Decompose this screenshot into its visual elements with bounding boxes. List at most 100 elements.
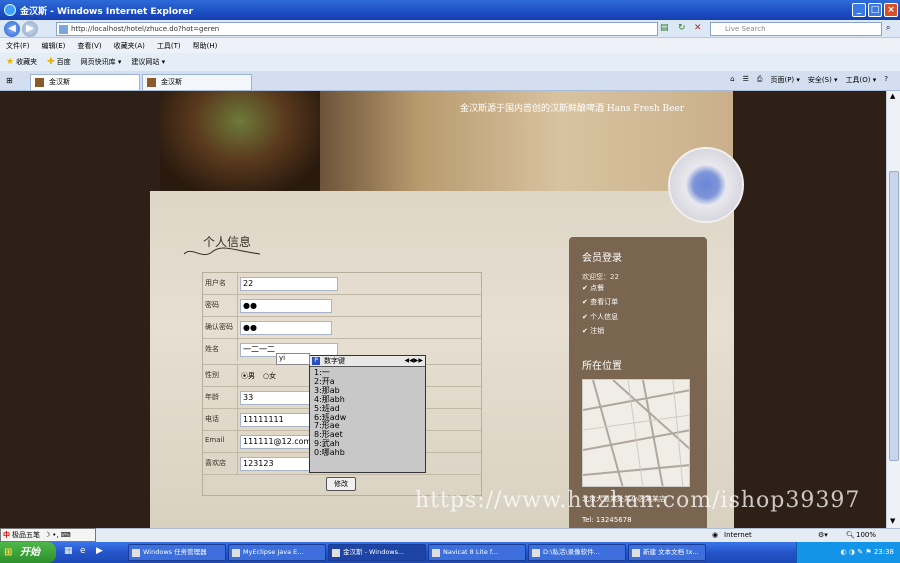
ime-popup-header: P 数字键 ◀◀▶▶ bbox=[310, 356, 425, 367]
task-task-manager[interactable]: Windows 任务管理器 bbox=[128, 544, 226, 561]
scroll-down-icon[interactable]: ▼ bbox=[890, 517, 895, 525]
gender-female-radio[interactable]: ○女 bbox=[263, 371, 276, 381]
submit-button[interactable]: 修改 bbox=[326, 477, 356, 491]
window-titlebar: 金汉斯 - Windows Internet Explorer _ □ × bbox=[0, 0, 900, 20]
compat-icon[interactable]: ▤ bbox=[660, 23, 669, 33]
tab-favicon bbox=[35, 78, 44, 87]
back-button[interactable]: ◀ bbox=[4, 21, 20, 37]
star-icon: ★ bbox=[6, 57, 15, 67]
email-input[interactable]: 111111@12.com bbox=[240, 435, 311, 449]
protected-mode-icon[interactable]: ⚙▾ bbox=[818, 531, 828, 539]
ime-logo-icon: P bbox=[312, 357, 320, 365]
task-label: Navicat 8 Lite f... bbox=[443, 548, 498, 556]
sidebar-link-order[interactable]: ✔ 点餐 bbox=[582, 283, 604, 293]
banner-food-image bbox=[160, 91, 320, 191]
tab-jinhansi-1[interactable]: 金汉斯 bbox=[30, 74, 140, 90]
taskbar: ⊞ 开始 ▦ e ▶ Windows 任务管理器 MyEclipse Java … bbox=[0, 542, 900, 563]
fav-webslice[interactable]: 网页快讯库 ▾ bbox=[81, 57, 122, 67]
forward-button[interactable]: ▶ bbox=[22, 21, 38, 37]
print-icon[interactable]: ⎙ bbox=[757, 75, 763, 85]
ime-name[interactable]: 极品五笔 bbox=[12, 530, 40, 540]
sidebar-link-label: 注销 bbox=[590, 327, 605, 335]
quick-tabs-icon[interactable]: ⊞ bbox=[6, 76, 13, 85]
ime-moon-icon[interactable]: ☽ bbox=[44, 531, 50, 539]
menu-edit[interactable]: 编辑(E) bbox=[42, 41, 66, 51]
tray-icons[interactable]: ◐ ◑ ✎ ⚑ bbox=[841, 548, 874, 556]
star-add-icon: ✚ bbox=[47, 57, 55, 67]
feeds-icon[interactable]: ☰ bbox=[743, 75, 749, 85]
menu-view[interactable]: 查看(V) bbox=[77, 41, 101, 51]
ime-toolbar: 中 极品五笔 ☽ •, ⌨ bbox=[0, 528, 96, 542]
store-phone: Tel: 13245678 bbox=[582, 516, 632, 524]
scroll-up-icon[interactable]: ▲ bbox=[890, 92, 895, 100]
task-folder[interactable]: D:\私活\录像软件... bbox=[528, 544, 626, 561]
close-button[interactable]: × bbox=[884, 3, 898, 17]
favorite-store-select[interactable]: 123123▾ bbox=[240, 457, 314, 471]
menu-favorites[interactable]: 收藏夹(A) bbox=[114, 41, 145, 51]
scroll-thumb[interactable] bbox=[889, 171, 899, 461]
task-navicat[interactable]: Navicat 8 Lite f... bbox=[428, 544, 526, 561]
form-row-username: 用户名 22 bbox=[203, 273, 481, 295]
maximize-button[interactable]: □ bbox=[868, 3, 882, 17]
username-input[interactable]: 22 bbox=[240, 277, 338, 291]
gender-label: 性别 bbox=[205, 371, 219, 379]
favorites-label: 收藏夹 bbox=[16, 58, 38, 66]
age-input[interactable]: 33 bbox=[240, 391, 310, 405]
ime-candidate[interactable]: 0:哪ahb bbox=[314, 448, 346, 458]
menu-file[interactable]: 文件(F) bbox=[6, 41, 30, 51]
zoom-icon[interactable]: 🔍︎ bbox=[846, 531, 855, 539]
favorites-bar: ★ 收藏夹 ✚ 百度 网页快讯库 ▾ 建议网站 ▾ bbox=[0, 53, 900, 71]
cmd-tools[interactable]: 工具(O) ▾ bbox=[846, 75, 877, 85]
favorites-button[interactable]: ★ 收藏夹 bbox=[6, 57, 37, 67]
search-input[interactable]: Live Search bbox=[710, 22, 882, 36]
banner-slogan: 金汉斯源于国内首创的汉斯鲜酿啤酒 Hans Fresh Beer bbox=[460, 104, 685, 114]
gender-male-radio[interactable]: ⦿男 bbox=[241, 371, 255, 381]
fav-baidu-label: 百度 bbox=[56, 58, 71, 66]
ime-composition-box: yi bbox=[276, 353, 310, 365]
quicklaunch-ie-icon[interactable]: e bbox=[80, 546, 86, 556]
cmd-page[interactable]: 页面(P) ▾ bbox=[770, 75, 799, 85]
confirm-password-input[interactable]: ●● bbox=[240, 321, 332, 335]
sidebar-link-view-orders[interactable]: ✔ 查看订单 bbox=[582, 297, 618, 307]
menu-tools[interactable]: 工具(T) bbox=[157, 41, 181, 51]
ime-keyboard-icon[interactable]: ⌨ bbox=[61, 531, 71, 539]
page-scrollbar[interactable]: ▲ ▼ bbox=[886, 91, 900, 528]
address-input[interactable]: http://localhost/hotel/zhuce.do?hot=gere… bbox=[56, 22, 658, 36]
quicklaunch-desktop-icon[interactable]: ▦ bbox=[64, 546, 73, 556]
zoom-level[interactable]: 100% bbox=[856, 531, 876, 539]
task-myeclipse[interactable]: MyEclipse Java E... bbox=[228, 544, 326, 561]
member-login-title: 会员登录 bbox=[582, 253, 622, 264]
task-notepad[interactable]: 新建 文本文档 tx... bbox=[628, 544, 706, 561]
title-swirl-decoration bbox=[183, 247, 261, 256]
minimize-button[interactable]: _ bbox=[852, 3, 866, 17]
address-url: http://localhost/hotel/zhuce.do?hot=gere… bbox=[71, 25, 220, 33]
app-icon bbox=[632, 549, 640, 557]
home-icon[interactable]: ⌂ bbox=[730, 75, 734, 85]
fav-baidu[interactable]: ✚ 百度 bbox=[47, 57, 71, 67]
ie-icon bbox=[4, 4, 16, 16]
address-toolbar: ◀ ▶ http://localhost/hotel/zhuce.do?hot=… bbox=[0, 20, 900, 38]
sidebar-link-logout[interactable]: ✔ 注销 bbox=[582, 326, 604, 336]
tab-jinhansi-2[interactable]: 金汉斯 bbox=[142, 74, 252, 90]
menu-bar: 文件(F) 编辑(E) 查看(V) 收藏夹(A) 工具(T) 帮助(H) bbox=[0, 38, 900, 53]
ime-page-arrows-icon[interactable]: ◀◀▶▶ bbox=[405, 356, 423, 366]
search-icon[interactable]: ⌕ bbox=[886, 23, 890, 33]
sidebar-link-profile[interactable]: ✔ 个人信息 bbox=[582, 312, 618, 322]
help-icon[interactable]: ? bbox=[884, 75, 888, 85]
ime-switch-icon[interactable]: 中 bbox=[3, 530, 10, 540]
start-button[interactable]: ⊞ 开始 bbox=[0, 542, 56, 563]
quicklaunch-media-icon[interactable]: ▶ bbox=[96, 546, 103, 556]
confirm-password-label: 确认密码 bbox=[205, 323, 233, 331]
password-input[interactable]: ●● bbox=[240, 299, 332, 313]
sidebar-link-label: 点餐 bbox=[590, 284, 605, 292]
ime-punct-icon[interactable]: •, bbox=[52, 531, 58, 539]
cmd-safety[interactable]: 安全(S) ▾ bbox=[808, 75, 838, 85]
zone-globe-icon: ◉ bbox=[712, 531, 719, 539]
refresh-icon[interactable]: ↻ bbox=[678, 23, 686, 33]
stop-icon[interactable]: ✕ bbox=[694, 23, 702, 33]
fav-suggested[interactable]: 建议网站 ▾ bbox=[131, 57, 165, 67]
task-ie-jinhansi[interactable]: 金汉斯 - Windows... bbox=[328, 544, 426, 561]
phone-input[interactable]: 11111111 bbox=[240, 413, 310, 427]
task-label: D:\私活\录像软件... bbox=[543, 548, 600, 556]
menu-help[interactable]: 帮助(H) bbox=[193, 41, 218, 51]
